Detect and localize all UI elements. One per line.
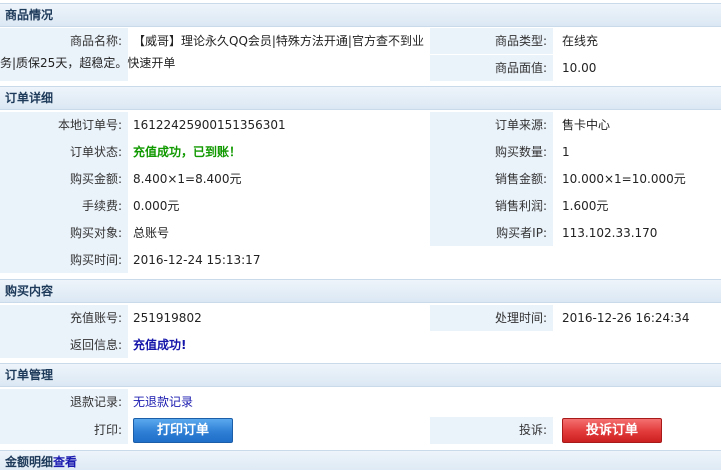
fee-value: 0.000元	[133, 199, 180, 213]
section-header-purchase: 购买内容	[0, 279, 721, 303]
order-source-value: 售卡中心	[562, 118, 611, 132]
purchase-time-label: 购买时间:	[69, 253, 122, 267]
sales-profit-label: 销售利润:	[494, 199, 547, 213]
purchase-quantity-value: 1	[562, 145, 570, 159]
recharge-account-label: 充值账号:	[69, 311, 122, 325]
product-face-label: 商品面值:	[494, 61, 547, 75]
product-type-value: 在线充	[562, 34, 599, 48]
order-status-label: 订单状态:	[69, 145, 122, 159]
process-time-value: 2016-12-26 16:24:34	[562, 311, 690, 325]
process-time-label: 处理时间:	[494, 311, 547, 325]
sales-amount-label: 销售金额:	[494, 172, 547, 186]
purchase-amount-value: 8.400×1=8.400元	[133, 172, 242, 186]
product-name-line1: 【威哥】理论永久QQ会员|特殊方法开通|官方查不到业	[133, 34, 424, 48]
purchase-target-label: 购买对象:	[69, 226, 122, 240]
fee-label: 手续费:	[81, 199, 122, 213]
product-name-line2: 务|质保25天，超稳定。快速开单	[0, 56, 176, 70]
purchase-amount-label: 购买金额:	[69, 172, 122, 186]
purchase-time-value: 2016-12-24 15:13:17	[133, 253, 261, 267]
sales-amount-value: 10.000×1=10.000元	[562, 172, 686, 186]
section-header-manage: 订单管理	[0, 363, 721, 387]
section-title: 购买内容	[5, 284, 54, 298]
refund-record-label: 退款记录:	[69, 395, 122, 409]
section-title: 订单详细	[5, 91, 54, 105]
view-detail-link[interactable]: 查看	[53, 455, 77, 469]
purchase-target-value: 总账号	[133, 226, 170, 240]
print-label: 打印:	[93, 423, 122, 437]
order-source-label: 订单来源:	[494, 118, 547, 132]
product-type-label: 商品类型:	[494, 34, 547, 48]
purchase-quantity-label: 购买数量:	[494, 145, 547, 159]
buyer-ip-label: 购买者IP:	[496, 226, 547, 240]
buyer-ip-value: 113.102.33.170	[562, 226, 658, 240]
return-info-value: 充值成功!	[133, 338, 187, 352]
product-face-value: 10.00	[562, 61, 597, 75]
complain-label: 投诉:	[518, 423, 547, 437]
section-header-detail: 金额明细查看	[0, 450, 721, 470]
section-title: 订单管理	[5, 368, 54, 382]
print-order-button[interactable]: 打印订单	[133, 418, 233, 443]
refund-record-value: 无退款记录	[133, 395, 194, 409]
section-header-order: 订单详细	[0, 86, 721, 110]
section-title: 商品情况	[5, 8, 54, 22]
recharge-account-value: 251919802	[133, 311, 202, 325]
local-order-no-label: 本地订单号:	[57, 118, 122, 132]
local-order-no-value: 16122425900151356301	[133, 118, 286, 132]
complain-order-button[interactable]: 投诉订单	[562, 418, 662, 443]
sales-profit-value: 1.600元	[562, 199, 609, 213]
order-status-value: 充值成功，已到账！	[133, 145, 242, 159]
section-title: 金额明细	[5, 455, 54, 469]
section-header-product: 商品情况	[0, 3, 721, 27]
return-info-label: 返回信息:	[69, 338, 122, 352]
